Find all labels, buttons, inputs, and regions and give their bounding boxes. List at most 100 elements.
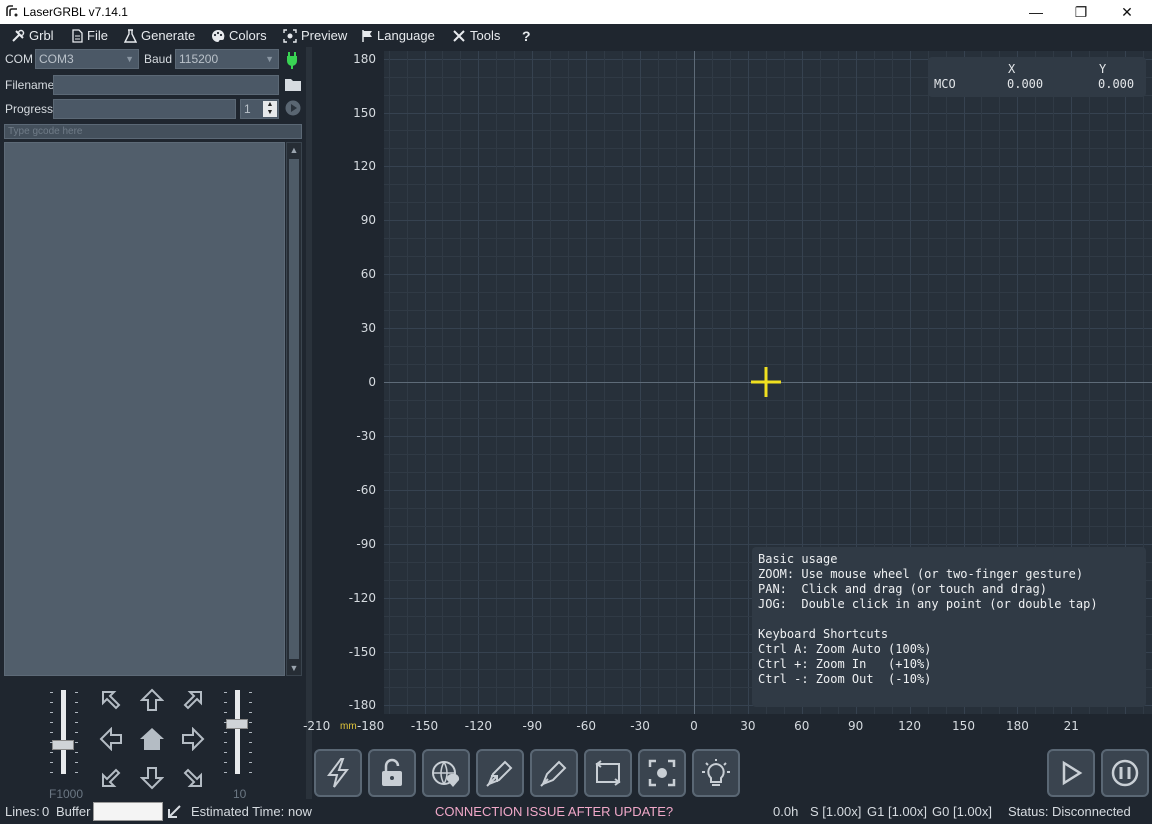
jog-up-left-button[interactable]: [94, 683, 128, 717]
scroll-thumb[interactable]: [289, 159, 299, 659]
y-tick-label: 90: [360, 213, 376, 228]
connection-issue-link[interactable]: CONNECTION ISSUE AFTER UPDATE?: [435, 804, 673, 819]
buffer-label: Buffer: [56, 804, 91, 819]
flask-icon: [124, 28, 137, 43]
flag-icon: [362, 29, 372, 42]
maximize-button[interactable]: ❐: [1058, 0, 1104, 24]
pen-icon: [540, 760, 567, 787]
action-toolbar: [312, 745, 1152, 799]
slider-thumb[interactable]: [226, 719, 248, 729]
s-override[interactable]: S [1.00x]: [810, 804, 861, 819]
palette-icon: [212, 29, 225, 42]
gcode-input[interactable]: Type gcode here: [4, 124, 302, 139]
run-program-button[interactable]: [1047, 749, 1095, 797]
jog-down-right-button[interactable]: [176, 761, 210, 795]
menu-preview-label: Preview: [301, 28, 348, 43]
slider-track: [235, 690, 240, 774]
menu-help[interactable]: ?: [522, 26, 531, 45]
jog-down-left-button[interactable]: [94, 761, 128, 795]
tools-icon: [453, 29, 465, 42]
preview-canvas[interactable]: 180 150 120 90 60 30 0 -30 -60 -90 -120 -150 -180 -2…: [303, 47, 1152, 745]
menu-colors-label: Colors: [229, 28, 267, 43]
g0-override[interactable]: G0 [1.00x]: [932, 804, 992, 819]
focus-target-icon: [648, 759, 676, 787]
menu-file-label: File: [87, 28, 108, 43]
scroll-up-icon[interactable]: ▲: [287, 143, 301, 157]
menu-grbl[interactable]: Grbl: [11, 26, 54, 45]
menu-colors[interactable]: Colors: [211, 26, 267, 45]
feed-speed-slider[interactable]: [46, 690, 82, 776]
elapsed-time: 0.0h: [773, 804, 799, 819]
status-value: Disconnected: [1052, 804, 1131, 819]
y-tick-label: -60: [356, 482, 376, 497]
left-panel: COM COM3 ▼ Baud 115200 ▼ Filename Progress…: [0, 47, 306, 801]
home-icon: [140, 728, 164, 750]
baud-rate-value: 115200: [179, 52, 219, 66]
buffer-progress-bar: [93, 802, 163, 821]
filename-field[interactable]: [53, 75, 279, 95]
com-port-select[interactable]: COM3 ▼: [35, 49, 139, 69]
jog-home-button[interactable]: [135, 722, 169, 756]
run-file-icon[interactable]: [285, 100, 301, 116]
menu-file[interactable]: File: [71, 26, 108, 45]
minimize-button[interactable]: —: [1013, 0, 1059, 24]
y-tick-label: 0: [368, 375, 376, 389]
x-tick-label: 30: [740, 719, 756, 733]
jog-right-button[interactable]: [176, 722, 210, 756]
menu-generate[interactable]: Generate: [124, 26, 195, 45]
connect-plug-icon[interactable]: [284, 51, 300, 69]
jog-down-button[interactable]: [135, 761, 169, 795]
scroll-down-icon[interactable]: ▼: [287, 661, 301, 675]
folder-open-icon[interactable]: [284, 77, 302, 92]
com-label: COM: [5, 52, 33, 66]
y-tick-label: 120: [353, 159, 376, 174]
close-button[interactable]: ✕: [1104, 0, 1150, 24]
laser-light-button[interactable]: [692, 749, 740, 797]
gcode-console[interactable]: [4, 142, 285, 676]
x-tick-label: 180: [1005, 719, 1029, 733]
pause-button[interactable]: [1101, 749, 1149, 797]
wrench-screwdriver-icon: [12, 29, 25, 42]
menu-bar: Grbl File Generate Colors Preview Langua…: [0, 24, 1152, 47]
console-scrollbar[interactable]: ▲ ▼: [286, 142, 302, 676]
lines-label: Lines:: [5, 804, 40, 819]
pause-icon: [1111, 759, 1139, 787]
center-button[interactable]: [476, 749, 524, 797]
globe-pin-icon: [432, 761, 460, 787]
homing-button[interactable]: [422, 749, 470, 797]
corner-button[interactable]: [530, 749, 578, 797]
frame-button[interactable]: [584, 749, 632, 797]
jog-step-slider[interactable]: [220, 690, 256, 776]
com-port-value: COM3: [39, 52, 74, 66]
progress-bar: [53, 99, 236, 119]
menu-help-label: ?: [522, 27, 531, 44]
document-icon: [72, 28, 83, 43]
menu-preview[interactable]: Preview: [283, 26, 347, 45]
unlock-icon: [382, 758, 402, 786]
baud-rate-select[interactable]: 115200 ▼: [175, 49, 279, 69]
slider-thumb[interactable]: [52, 740, 74, 750]
mco-label: MCO: [934, 77, 956, 91]
arrow-up-right-icon: [183, 691, 202, 710]
g1-override[interactable]: G1 [1.00x]: [867, 804, 927, 819]
x-tick-label: -60: [576, 719, 596, 733]
mco-y-value: 0.000: [1098, 77, 1135, 91]
jog-up-button[interactable]: [135, 683, 169, 717]
menu-language-label: Language: [377, 28, 435, 43]
jog-left-button[interactable]: [94, 722, 128, 756]
unlock-button[interactable]: [368, 749, 416, 797]
power-button[interactable]: [314, 749, 362, 797]
x-tick-label: -210: [303, 719, 331, 733]
jog-up-right-button[interactable]: [176, 683, 210, 717]
passes-stepper[interactable]: 1 ▲ ▼: [240, 99, 279, 119]
lightning-icon: [327, 758, 350, 788]
y-tick-label: -150: [348, 644, 376, 659]
focus-button[interactable]: [638, 749, 686, 797]
arrow-up-icon: [140, 688, 164, 711]
x-header: X: [1008, 62, 1016, 76]
menu-language[interactable]: Language: [361, 26, 435, 45]
stepper-arrows-icon[interactable]: ▲ ▼: [263, 101, 277, 117]
title-bar: LaserGRBL v7.14.1 — ❐ ✕: [0, 0, 1152, 24]
menu-grbl-label: Grbl: [29, 28, 54, 43]
menu-tools[interactable]: Tools: [452, 26, 500, 45]
